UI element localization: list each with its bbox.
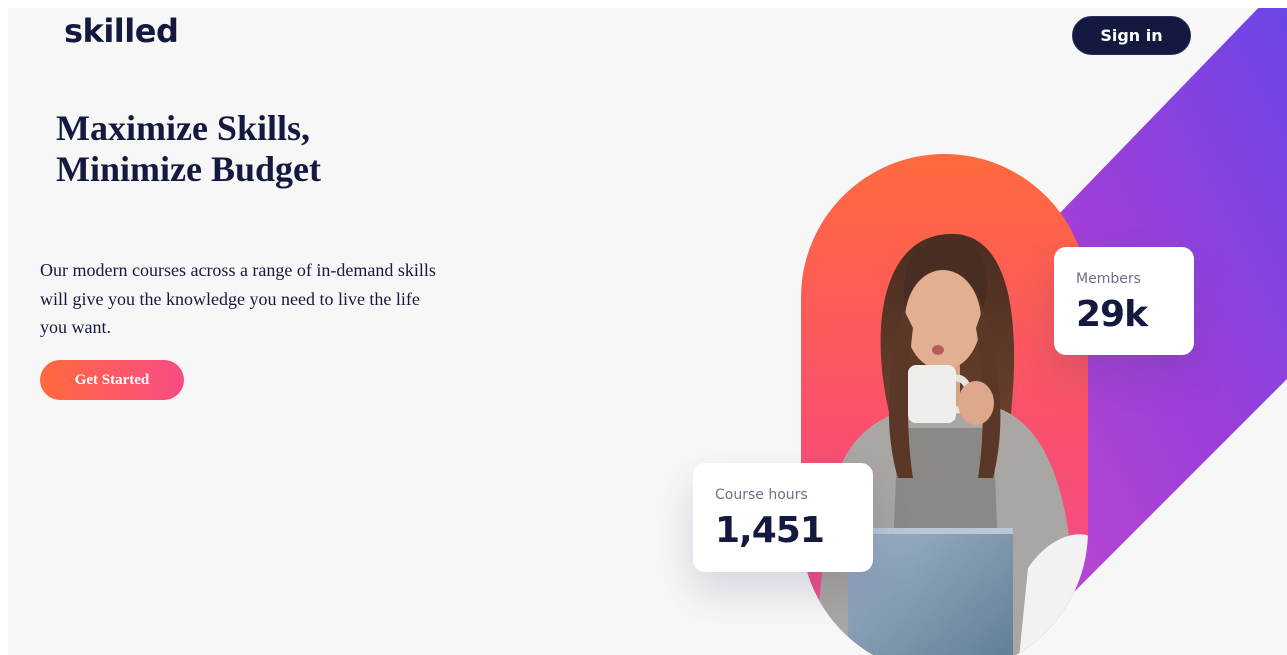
members-stat-card: Members 29k [1054,247,1194,355]
members-value: 29k [1076,294,1148,335]
course-hours-label: Course hours [715,487,808,503]
course-hours-value: 1,451 [715,510,825,551]
course-hours-stat-card: Course hours 1,451 [693,463,873,572]
members-label: Members [1076,271,1141,287]
landing-page: skilled Sign in Maximize Skills, Minimiz… [8,8,1287,655]
